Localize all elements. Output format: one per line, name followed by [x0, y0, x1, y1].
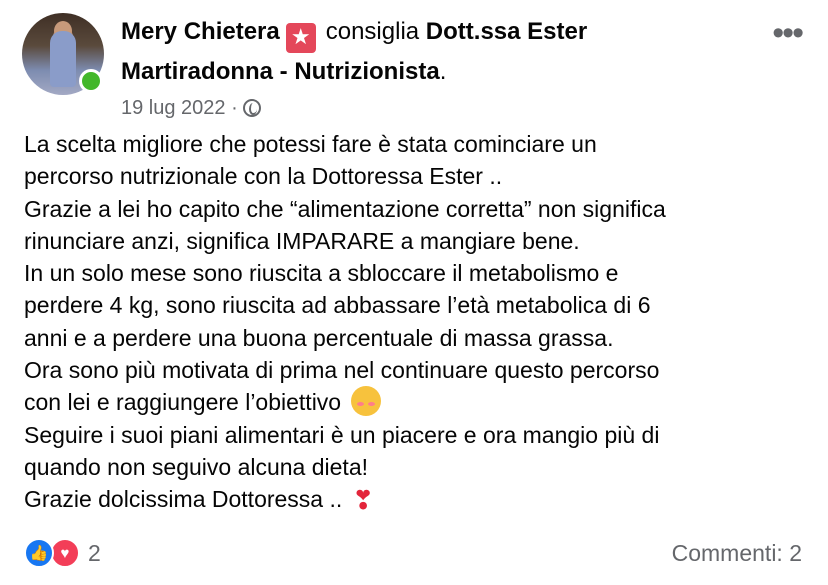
body-line-with-heart: Grazie dolcissima Dottoressa .. ❣: [24, 483, 814, 516]
heart-exclamation-icon: ❣: [352, 485, 375, 516]
page-name-link[interactable]: Dott.ssa Ester: [426, 18, 587, 45]
online-status-indicator: [79, 69, 103, 93]
body-line: percorso nutrizionale con la Dottoressa …: [24, 163, 503, 190]
body-line-text: con lei e raggiungere l’obiettivo: [24, 389, 342, 416]
meta-separator: ·: [231, 97, 238, 119]
page-name-suffix: .: [439, 58, 447, 85]
globe-icon[interactable]: [243, 99, 262, 117]
post-body: La scelta migliore che potessi fare è st…: [24, 128, 814, 517]
body-line: La scelta migliore che potessi fare è st…: [24, 131, 597, 157]
body-line: quando non seguivo alcuna dieta!: [24, 453, 369, 480]
more-options-icon[interactable]: •••: [772, 16, 804, 50]
recommend-action: consiglia: [325, 18, 420, 45]
reaction-count[interactable]: 2: [88, 540, 101, 567]
avatar-figure: [50, 31, 76, 87]
comments-count-link[interactable]: Commenti: 2: [672, 538, 802, 568]
body-line: anni e a perdere una buona percentuale d…: [24, 324, 614, 351]
reactions-summary[interactable]: 👍 ♥ 2: [24, 538, 101, 568]
body-line-with-emoji: con lei e raggiungere l’obiettivo: [24, 386, 814, 418]
body-line: Seguire i suoi piani alimentari è un pia…: [24, 421, 660, 448]
body-line: In un solo mese sono riuscita a sbloccar…: [24, 260, 619, 287]
body-line: perdere 4 kg, sono riuscita ad abbassare…: [24, 292, 651, 319]
post-date[interactable]: 19 lug 2022: [121, 97, 226, 119]
body-line-text: Grazie dolcissima Dottoressa ..: [24, 486, 343, 513]
smiling-face-with-hearts-icon: [351, 386, 382, 417]
like-reaction-icon: 👍: [24, 538, 54, 568]
body-line: rinunciare anzi, significa IMPARARE a ma…: [24, 227, 580, 254]
body-line: Ora sono più motivata di prima nel conti…: [24, 357, 660, 384]
body-line: Grazie a lei ho capito che “alimentazion…: [24, 195, 666, 222]
post-header-line1: Mery Chietera ★ consiglia Dott.ssa Ester: [121, 16, 587, 53]
recommend-star-badge-icon: ★: [285, 23, 316, 53]
love-reaction-icon: ♥: [50, 538, 80, 568]
page-name-link-continued[interactable]: Martiradonna - Nutrizionista: [121, 58, 440, 85]
author-name[interactable]: Mery Chietera: [121, 18, 280, 45]
post-meta: 19 lug 2022 ·: [121, 94, 262, 122]
post-header-line2: Martiradonna - Nutrizionista.: [121, 56, 446, 88]
